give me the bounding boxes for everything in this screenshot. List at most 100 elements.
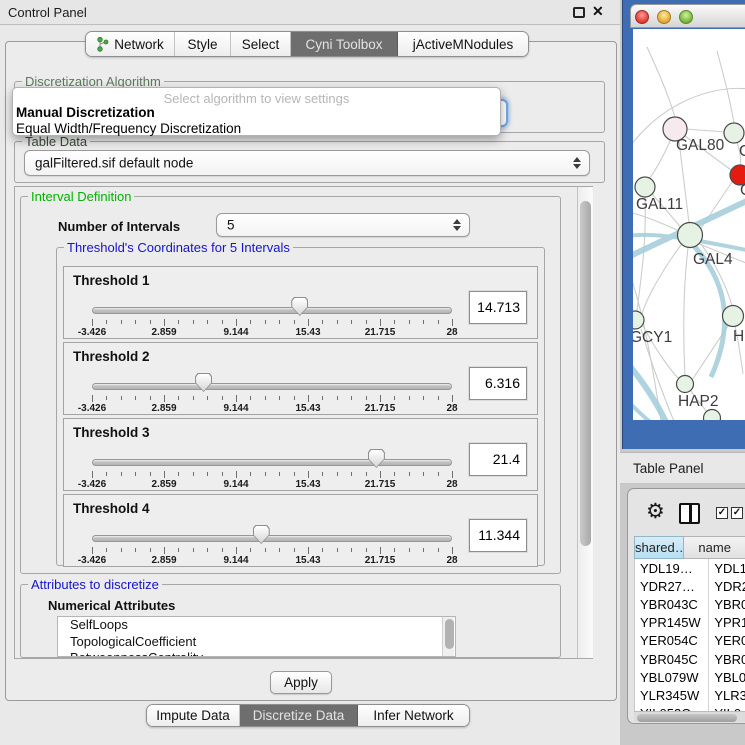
horizontal-scrollbar-thumb[interactable]: [637, 714, 737, 722]
gear-icon[interactable]: ⚙: [646, 499, 665, 524]
menu-item-manual-discretization[interactable]: Manual Discretization: [16, 105, 155, 120]
algorithm-dropdown-popup: Select algorithm to view settings Manual…: [12, 87, 501, 136]
threshold-value-field[interactable]: 21.4: [469, 443, 527, 476]
threshold-panel: Threshold 4 -3.4262.8599.14415.4321.7152…: [63, 494, 538, 567]
list-scrollbar-thumb[interactable]: [445, 619, 454, 649]
node-label-gcy1: GCY1: [633, 329, 672, 346]
apply-button[interactable]: Apply: [270, 671, 332, 694]
slider-thumb[interactable]: [195, 373, 212, 392]
slider-tick-label: -3.426: [78, 327, 106, 338]
table-data-combobox[interactable]: galFiltered.sif default node: [24, 150, 590, 176]
tab-impute-data-label: Impute Data: [156, 708, 230, 723]
node-label-partial-h: H: [733, 328, 744, 345]
node-label-gal11: GAL11: [636, 196, 683, 213]
threshold-label: Threshold 2: [73, 349, 150, 364]
threshold-value-field[interactable]: 14.713: [469, 291, 527, 324]
node-partial-top[interactable]: [724, 123, 744, 143]
slider-tick-label: 9.144: [223, 403, 248, 414]
node-gal4[interactable]: [678, 223, 703, 248]
zoom-traffic-light-icon[interactable]: [679, 10, 693, 24]
slider-tick-label: 9.144: [223, 327, 248, 338]
slider-tick-label: 21.715: [365, 479, 396, 490]
network-icon: [96, 37, 109, 52]
tab-jactivemnodules-label: jActiveMNodules: [413, 37, 514, 52]
slider-thumb[interactable]: [291, 297, 308, 316]
tab-cyni-toolbox[interactable]: Cyni Toolbox: [291, 32, 398, 56]
table-row[interactable]: YLR345WYLR3: [635, 686, 745, 704]
minimize-traffic-light-icon[interactable]: [657, 10, 671, 24]
slider-track[interactable]: [92, 459, 452, 466]
tab-infer-network[interactable]: Infer Network: [358, 705, 469, 726]
slider-tick-label: 2.859: [151, 479, 176, 490]
slider-tick-label: -3.426: [78, 555, 106, 566]
stepper-arrows-icon: [573, 157, 581, 169]
threshold-label: Threshold 3: [73, 425, 150, 440]
tab-discretize-data-label: Discretize Data: [253, 708, 345, 723]
vertical-scrollbar[interactable]: [577, 187, 593, 658]
slider-thumb[interactable]: [253, 525, 270, 544]
slider-tick-label: 2.859: [151, 327, 176, 338]
close-traffic-light-icon[interactable]: [635, 10, 649, 24]
number-of-intervals-combobox[interactable]: 5: [216, 213, 470, 237]
table-data-value: galFiltered.sif default node: [35, 156, 193, 171]
table-panel-title: Table Panel: [633, 461, 704, 476]
slider-thumb[interactable]: [368, 449, 385, 468]
table-data-title: Table Data: [22, 134, 90, 149]
tab-discretize-data[interactable]: Discretize Data: [240, 705, 358, 726]
node-gal11[interactable]: [635, 177, 655, 197]
table-row[interactable]: YDR27…YDR2: [635, 577, 745, 595]
table-row[interactable]: YBR045CYBR0: [635, 650, 745, 668]
table-row[interactable]: YBR043CYBR0: [635, 595, 745, 613]
tab-impute-data[interactable]: Impute Data: [147, 705, 240, 726]
list-scrollbar[interactable]: [442, 617, 454, 656]
slider-tick-label: -3.426: [78, 479, 106, 490]
slider-tick-label: 15.43: [295, 479, 320, 490]
table-row[interactable]: YBL079WYBL0: [635, 668, 745, 686]
slider-tick-label: 28: [446, 327, 457, 338]
tab-cyni-toolbox-label: Cyni Toolbox: [305, 37, 382, 52]
tab-jactivemnodules[interactable]: jActiveMNodules: [398, 32, 528, 56]
slider-tick-label: 21.715: [365, 403, 396, 414]
vertical-scrollbar-thumb[interactable]: [580, 201, 591, 546]
node-hap2[interactable]: [677, 376, 694, 393]
slider-tick-label: 21.715: [365, 555, 396, 566]
slider-tick-label: 15.43: [295, 555, 320, 566]
threshold-panel: Threshold 1 -3.4262.8599.14415.4321.7152…: [63, 266, 538, 339]
tab-select[interactable]: Select: [231, 32, 291, 56]
slider-tick-label: 28: [446, 555, 457, 566]
slider-tick-label: 28: [446, 479, 457, 490]
slider-tick-label: 2.859: [151, 403, 176, 414]
attribute-list-item[interactable]: SelfLoops: [58, 617, 455, 634]
network-canvas[interactable]: GAL80 G C GAL11 GAL4 GCY1 H HAP2: [633, 29, 745, 420]
table-row[interactable]: YPR145WYPR1: [635, 614, 745, 632]
attribute-list-item[interactable]: BetweennessCentrality: [58, 650, 455, 657]
slider-tick-label: 28: [446, 403, 457, 414]
column-header-shared-name[interactable]: shared…: [634, 536, 684, 559]
table-row[interactable]: YER054CYER0: [635, 632, 745, 650]
close-icon[interactable]: ✕: [592, 3, 604, 20]
slider-tick-label: -3.426: [78, 403, 106, 414]
checkbox-icon[interactable]: ✓: [731, 507, 743, 519]
threshold-value-field[interactable]: 11.344: [469, 519, 527, 552]
threshold-label: Threshold 4: [73, 501, 150, 516]
node-h[interactable]: [723, 306, 744, 327]
node-label-partial-g: G: [739, 143, 745, 160]
node-label-hap2: HAP2: [678, 393, 719, 410]
float-window-icon[interactable]: [573, 7, 585, 18]
number-of-intervals-value: 5: [227, 218, 235, 233]
column-header-name[interactable]: name: [684, 536, 745, 559]
slider-track[interactable]: [92, 307, 452, 314]
tab-style[interactable]: Style: [175, 32, 231, 56]
horizontal-scrollbar[interactable]: [634, 711, 745, 722]
tab-network[interactable]: Network: [86, 32, 175, 56]
menu-item-equal-width-frequency[interactable]: Equal Width/Frequency Discretization: [16, 121, 241, 136]
columns-icon[interactable]: [679, 503, 700, 524]
slider-track[interactable]: [92, 535, 452, 542]
numerical-attributes-list[interactable]: SelfLoopsTopologicalCoefficientBetweenne…: [57, 616, 456, 657]
table-row[interactable]: YDL19…YDL1: [635, 559, 745, 577]
slider-track[interactable]: [92, 383, 452, 390]
attribute-list-item[interactable]: TopologicalCoefficient: [58, 634, 455, 651]
threshold-value-field[interactable]: 6.316: [469, 367, 527, 400]
table-rows: YDL19…YDL1YDR27…YDR2YBR043CYBR0YPR145WYP…: [634, 559, 745, 711]
checkbox-icon[interactable]: ✓: [716, 507, 728, 519]
